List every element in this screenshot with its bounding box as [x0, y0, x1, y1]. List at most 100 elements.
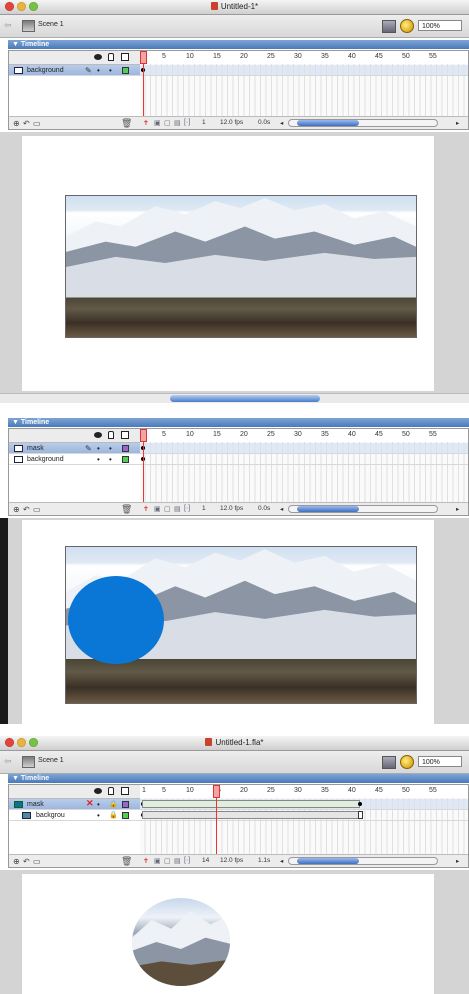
visibility-dot[interactable]: •: [97, 454, 100, 465]
frame-row-mask[interactable]: [140, 799, 468, 810]
stage-canvas[interactable]: [22, 136, 434, 391]
scene-label[interactable]: Scene 1: [38, 21, 64, 28]
playhead-handle[interactable]: [213, 785, 220, 798]
outline-icon[interactable]: [121, 53, 129, 61]
timeline-hscroll[interactable]: [288, 119, 438, 127]
timeline-hscroll[interactable]: [288, 857, 438, 865]
onion-outline-icon[interactable]: ▢: [164, 505, 171, 513]
outline-color-swatch[interactable]: [122, 445, 129, 452]
center-frame-icon[interactable]: ✝: [143, 505, 149, 513]
layer-row-background[interactable]: background • •: [9, 454, 140, 465]
eye-icon[interactable]: [94, 788, 102, 794]
frame-row-background[interactable]: [140, 454, 468, 465]
add-guide-icon[interactable]: ↶: [23, 505, 30, 514]
stage-area[interactable]: [0, 132, 469, 403]
stage-canvas[interactable]: [22, 520, 434, 724]
visibility-dot[interactable]: •: [97, 443, 100, 454]
outline-color-swatch[interactable]: [122, 456, 129, 463]
lock-dot[interactable]: •: [109, 443, 112, 454]
onion-skin-icon[interactable]: ▣: [154, 119, 161, 127]
outline-color-swatch[interactable]: [122, 801, 129, 808]
frame-span[interactable]: [142, 811, 360, 819]
onion-skin-icon[interactable]: ▣: [154, 857, 161, 865]
edit-symbols-icon[interactable]: [400, 755, 414, 769]
scroll-left-icon[interactable]: ◂: [280, 505, 283, 513]
lock-dot[interactable]: •: [109, 454, 112, 465]
lock-dot[interactable]: •: [109, 65, 112, 76]
lock-icon[interactable]: [108, 53, 114, 61]
timeline-hscroll-thumb[interactable]: [297, 120, 359, 126]
outline-color-swatch[interactable]: [122, 812, 129, 819]
visibility-dot[interactable]: •: [97, 810, 100, 821]
add-layer-icon[interactable]: ⊕: [13, 857, 20, 866]
playhead-handle[interactable]: [140, 51, 147, 64]
tween-span[interactable]: [142, 800, 360, 808]
layer-row-mask[interactable]: mask ✎ • •: [9, 443, 140, 454]
outline-icon[interactable]: [121, 787, 129, 795]
onion-outline-icon[interactable]: ▢: [164, 119, 171, 127]
add-layer-icon[interactable]: ⊕: [13, 505, 20, 514]
back-arrow-icon[interactable]: ⇦: [4, 20, 12, 31]
stage-canvas[interactable]: [22, 874, 434, 994]
add-folder-icon[interactable]: ▭: [33, 857, 41, 866]
end-frame[interactable]: [358, 811, 363, 819]
lock-icon[interactable]: 🔒: [109, 799, 118, 810]
scroll-left-icon[interactable]: ◂: [280, 857, 283, 865]
scene-label[interactable]: Scene 1: [38, 757, 64, 764]
lock-icon[interactable]: [108, 787, 114, 795]
trash-icon[interactable]: 🗑: [121, 504, 132, 515]
onion-markers-icon[interactable]: [·]: [184, 505, 190, 512]
outline-icon[interactable]: [121, 431, 129, 439]
timeline-hscroll[interactable]: [288, 505, 438, 513]
eye-icon[interactable]: [94, 54, 102, 60]
edit-scene-icon[interactable]: [382, 20, 396, 33]
stage-hscroll-thumb[interactable]: [170, 395, 320, 402]
onion-skin-icon[interactable]: ▣: [154, 505, 161, 513]
timeline-hscroll-thumb[interactable]: [297, 506, 359, 512]
edit-scene-icon[interactable]: [382, 756, 396, 769]
playhead-handle[interactable]: [140, 429, 147, 442]
stage-area[interactable]: [0, 518, 469, 724]
keyframe[interactable]: [358, 802, 362, 806]
add-folder-icon[interactable]: ▭: [33, 505, 41, 514]
timeline-header[interactable]: ▼ Timeline: [8, 774, 469, 783]
masked-photo-circle[interactable]: [132, 898, 230, 986]
trash-icon[interactable]: 🗑: [121, 856, 132, 867]
visibility-dot[interactable]: •: [97, 799, 100, 810]
center-frame-icon[interactable]: ✝: [143, 857, 149, 865]
scroll-right-icon[interactable]: ▸: [456, 857, 459, 865]
lock-icon[interactable]: [108, 431, 114, 439]
eye-icon[interactable]: [94, 432, 102, 438]
add-guide-icon[interactable]: ↶: [23, 857, 30, 866]
frame-ruler[interactable]: 1 5 10 15 20 25 30 35 40 45 50 55: [140, 51, 468, 65]
trash-icon[interactable]: 🗑: [121, 118, 132, 129]
timeline-hscroll-thumb[interactable]: [297, 858, 359, 864]
scroll-right-icon[interactable]: ▸: [456, 119, 459, 127]
timeline-header[interactable]: ▼ Timeline: [8, 40, 469, 49]
frame-row-background[interactable]: [140, 810, 468, 821]
center-frame-icon[interactable]: ✝: [143, 119, 149, 127]
onion-markers-icon[interactable]: [·]: [184, 119, 190, 126]
edit-multiple-icon[interactable]: ▤: [174, 505, 181, 513]
stage-area[interactable]: [0, 870, 469, 994]
add-layer-icon[interactable]: ⊕: [13, 119, 20, 128]
mountain-photo[interactable]: [65, 195, 417, 338]
scroll-left-icon[interactable]: ◂: [280, 119, 283, 127]
frame-ruler[interactable]: 1 5 10 15 20 25 30 35 40 45 50 55: [140, 785, 468, 799]
lock-icon[interactable]: 🔒: [109, 810, 118, 821]
onion-outline-icon[interactable]: ▢: [164, 857, 171, 865]
timeline-header[interactable]: ▼ Timeline: [8, 418, 469, 427]
add-folder-icon[interactable]: ▭: [33, 119, 41, 128]
outline-color-swatch[interactable]: [122, 67, 129, 74]
layer-row-background[interactable]: background ✎ • •: [9, 65, 140, 76]
visibility-dot[interactable]: •: [97, 65, 100, 76]
frame-row-background[interactable]: [140, 65, 468, 76]
frame-row-mask[interactable]: [140, 443, 468, 454]
mask-circle[interactable]: [68, 576, 164, 664]
onion-markers-icon[interactable]: [·]: [184, 857, 190, 864]
layer-row-mask[interactable]: mask ✕ • 🔒: [9, 798, 140, 810]
scroll-right-icon[interactable]: ▸: [456, 505, 459, 513]
edit-symbols-icon[interactable]: [400, 19, 414, 33]
frame-ruler[interactable]: 1 5 10 15 20 25 30 35 40 45 50 55: [140, 429, 468, 443]
edit-multiple-icon[interactable]: ▤: [174, 119, 181, 127]
